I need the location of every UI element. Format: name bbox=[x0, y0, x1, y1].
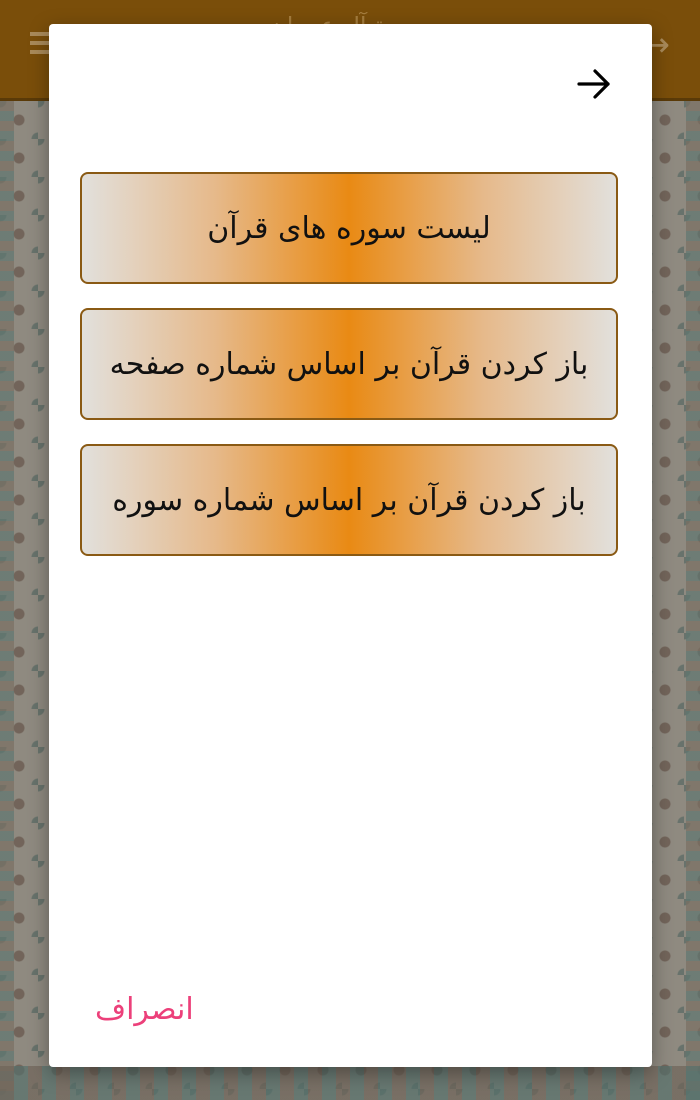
surah-list-button[interactable]: لیست سوره های قرآن bbox=[80, 172, 618, 284]
open-by-surah-label: باز کردن قرآن بر اساس شماره سوره bbox=[112, 482, 586, 518]
arrow-right-icon[interactable] bbox=[576, 66, 612, 102]
options-dialog: لیست سوره های قرآن باز کردن قرآن بر اساس… bbox=[49, 24, 652, 1067]
ornamental-frame-right bbox=[686, 101, 700, 1100]
surah-list-label: لیست سوره های قرآن bbox=[207, 210, 491, 246]
open-by-page-button[interactable]: باز کردن قرآن بر اساس شماره صفحه bbox=[80, 308, 618, 420]
ornamental-frame-left bbox=[0, 101, 14, 1100]
open-by-page-label: باز کردن قرآن بر اساس شماره صفحه bbox=[109, 346, 589, 382]
screen: ... سورة آل عمران ... → لیست سوره های قر… bbox=[0, 0, 700, 1100]
cancel-button[interactable]: انصراف bbox=[95, 992, 194, 1027]
ornamental-frame-bottom bbox=[0, 1066, 700, 1100]
open-by-surah-button[interactable]: باز کردن قرآن بر اساس شماره سوره bbox=[80, 444, 618, 556]
